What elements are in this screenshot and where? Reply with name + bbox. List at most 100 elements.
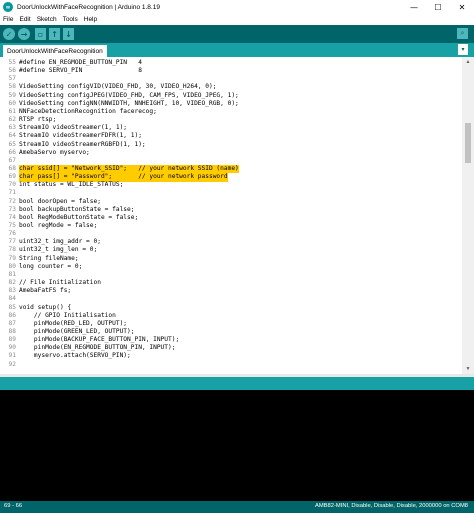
verify-icon[interactable]: ✓ (3, 28, 15, 40)
line-number: 65 (8, 140, 16, 148)
code-text: AmebaServo myservo; (19, 148, 90, 156)
code-line[interactable]: 65 StreamIO videoStreamerRGBFD(1, 1); (0, 141, 462, 149)
code-line[interactable]: 74 bool RegModeButtonState = false; (0, 214, 462, 222)
code-text: char pass[] = "Password"; // your networ… (19, 173, 228, 182)
code-line[interactable]: 85 void setup() { (0, 304, 462, 312)
upload-icon[interactable]: → (18, 28, 30, 40)
line-number: 90 (8, 344, 16, 352)
code-text: pinMode(GREEN_LED, OUTPUT); (19, 327, 135, 335)
toolbar: ✓ → ▫ ↑ ↓ (0, 25, 474, 43)
code-text: void setup() { (19, 303, 72, 311)
line-number: 86 (8, 311, 16, 319)
code-line[interactable]: 82// File Initialization (0, 279, 462, 287)
line-number: 72 (8, 197, 16, 205)
board-status: AMB82-MINI, Disable, Disable, Disable, 2… (314, 503, 468, 509)
code-text: StreamIO videoStreamerRGBFD(1, 1); (19, 140, 146, 148)
code-line[interactable]: 84 (0, 295, 462, 303)
code-line[interactable]: 89 pinMode(BACKUP_FACE_BUTTON_PIN, INPUT… (0, 336, 462, 344)
code-text: RTSP rtsp; (19, 116, 57, 124)
code-line[interactable]: 59 VideoSetting configJPEG(VIDEO_FHD, CAM… (0, 92, 462, 100)
code-line[interactable]: 77 uint32_t img_addr = 0; (0, 238, 462, 246)
message-area (0, 377, 474, 390)
line-number: 69 (8, 173, 16, 181)
minimize-icon[interactable]: — (402, 0, 426, 14)
new-file-icon[interactable]: ▫ (35, 28, 46, 40)
code-line[interactable]: 67 (0, 157, 462, 165)
code-line[interactable]: 75 bool regMode = false; (0, 222, 462, 230)
code-line[interactable]: 83 AmebaFatFS fs; (0, 287, 462, 295)
window-title: DoorUnlockWithFaceRecognition | Arduino … (17, 3, 160, 11)
code-line[interactable]: 80 long counter = 0; (0, 263, 462, 271)
line-number: 79 (8, 254, 16, 262)
code-line[interactable]: 63 StreamIO videoStreamer(1, 1); (0, 124, 462, 132)
code-line[interactable]: 71 (0, 189, 462, 197)
code-editor[interactable]: 55 #define EN_REGMODE_BUTTON_PIN 4 56 #defi… (0, 57, 462, 374)
close-icon[interactable]: ✕ (450, 0, 474, 14)
line-number: 60 (8, 99, 16, 107)
code-line[interactable]: 88 pinMode(GREEN_LED, OUTPUT); (0, 328, 462, 336)
line-number: 83 (8, 287, 16, 295)
code-line[interactable]: 78 uint32_t img_len = 0; (0, 246, 462, 254)
code-text: pinMode(BACKUP_FACE_BUTTON_PIN, INPUT); (19, 336, 180, 344)
line-number: 91 (8, 352, 16, 360)
code-line[interactable]: 58 VideoSetting configVID(VIDEO_FHD, 30, … (0, 83, 462, 91)
code-line[interactable]: 57 (0, 75, 462, 83)
line-number: 67 (8, 156, 16, 164)
code-line[interactable]: 69 char pass[] = "Password"; // your netw… (0, 173, 462, 182)
line-number: 89 (8, 336, 16, 344)
serial-monitor-icon[interactable]: ⌕ (457, 28, 468, 39)
code-text: NNFaceDetectionRecognition facerecog; (19, 107, 157, 115)
code-text: pinMode(RED_LED, OUTPUT); (19, 319, 128, 327)
code-line[interactable]: 61 NNFaceDetectionRecognition facerecog; (0, 108, 462, 116)
tab-sketch[interactable]: DoorUnlockWithFaceRecognition (3, 45, 107, 57)
code-text: StreamIO videoStreamer(1, 1); (19, 124, 128, 132)
line-number: 63 (8, 124, 16, 132)
console-output (0, 390, 474, 501)
code-line[interactable]: 72 bool doorOpen = false; (0, 198, 462, 206)
line-number: 62 (8, 116, 16, 124)
scrollbar-thumb[interactable] (465, 123, 471, 163)
code-line[interactable]: 56 #define SERVO_PIN 8 (0, 67, 462, 75)
code-line[interactable]: 86 // GPIO Initialisation (0, 312, 462, 320)
vertical-scrollbar[interactable]: ▲ ▼ (462, 57, 474, 374)
line-number: 68 (8, 164, 16, 172)
menu-edit[interactable]: Edit (16, 16, 33, 23)
menu-help[interactable]: Help (81, 16, 100, 23)
code-line[interactable]: 64 StreamIO videoStreamerFDFR(1, 1); (0, 132, 462, 140)
code-text: char ssid[] = "Network_SSID"; // your ne… (19, 164, 239, 174)
code-line[interactable]: 81 (0, 271, 462, 279)
line-number: 58 (8, 83, 16, 91)
code-text: AmebaFatFS fs; (19, 287, 72, 295)
save-icon[interactable]: ↓ (63, 28, 74, 40)
code-line[interactable]: 68 char ssid[] = "Network_SSID"; // your … (0, 164, 462, 174)
code-line[interactable]: 60 VideoSetting configNN(NNWIDTH, NNHEIGH… (0, 100, 462, 108)
code-line[interactable]: 73 bool backupButtonState = false; (0, 206, 462, 214)
code-line[interactable]: 66 AmebaServo myservo; (0, 149, 462, 157)
open-icon[interactable]: ↑ (49, 28, 60, 40)
menu-sketch[interactable]: Sketch (34, 16, 60, 23)
line-number: 66 (8, 148, 16, 156)
scroll-up-icon[interactable]: ▲ (462, 57, 474, 67)
code-text: pinMode(EN_REGMODE_BUTTON_PIN, INPUT); (19, 344, 176, 352)
scroll-down-icon[interactable]: ▼ (462, 364, 474, 374)
code-line[interactable]: 70 int status = WL_IDLE_STATUS; (0, 181, 462, 189)
maximize-icon[interactable]: ☐ (426, 0, 450, 14)
code-line[interactable]: 79 String fileName; (0, 255, 462, 263)
line-number: 57 (8, 75, 16, 83)
code-line[interactable]: 92 (0, 361, 462, 369)
line-number: 55 (8, 59, 16, 66)
menu-tools[interactable]: Tools (60, 16, 81, 23)
code-line[interactable]: 76 (0, 230, 462, 238)
tab-menu-icon[interactable]: ▾ (458, 44, 468, 55)
code-line[interactable]: 55 #define EN_REGMODE_BUTTON_PIN 4 (0, 59, 462, 67)
code-text: uint32_t img_len = 0; (19, 246, 98, 254)
code-line[interactable]: 90 pinMode(EN_REGMODE_BUTTON_PIN, INPUT)… (0, 344, 462, 352)
menu-file[interactable]: File (0, 16, 16, 23)
code-line[interactable]: 62 RTSP rtsp; (0, 116, 462, 124)
code-text: VideoSetting configVID(VIDEO_FHD, 30, VI… (19, 83, 217, 91)
line-number: 81 (8, 270, 16, 278)
line-number: 71 (8, 189, 16, 197)
code-line[interactable]: 91 myservo.attach(SERVO_PIN); (0, 352, 462, 360)
line-number: 74 (8, 213, 16, 221)
code-line[interactable]: 87 pinMode(RED_LED, OUTPUT); (0, 320, 462, 328)
